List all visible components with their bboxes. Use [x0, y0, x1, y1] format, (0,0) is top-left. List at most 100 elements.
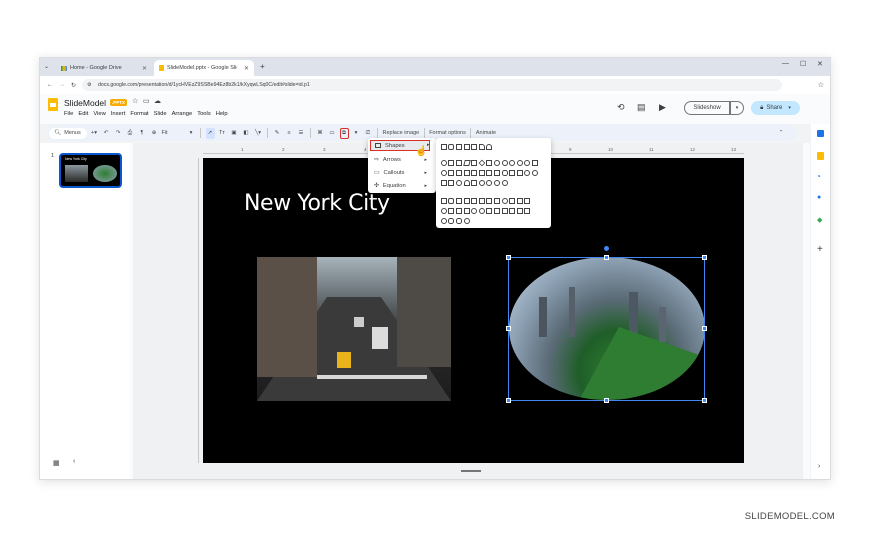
meet-icon[interactable]: ▶ [659, 102, 666, 113]
flowchart-decision-icon[interactable] [455, 198, 462, 204]
new-tab-button[interactable]: + [260, 62, 265, 71]
url-field[interactable]: ⚙ docs.google.com/presentation/d/1ycHVEz… [82, 79, 824, 91]
pen-icon[interactable]: ✎ [273, 128, 282, 139]
minimize-icon[interactable]: — [782, 60, 789, 67]
flowchart-manual-input-icon[interactable] [516, 198, 523, 204]
menu-item-callouts[interactable]: ▭ Callouts ▸ [370, 167, 430, 178]
menu-insert[interactable]: Insert [111, 111, 126, 117]
slide-title[interactable]: New York City [244, 191, 390, 216]
keep-icon[interactable] [817, 152, 824, 160]
flowchart-punched-tape-icon[interactable] [463, 208, 470, 214]
menu-item-equation[interactable]: ✣ Equation ▸ [370, 180, 430, 191]
flowchart-extract-icon[interactable] [501, 208, 508, 214]
flowchart-alternate-process-icon[interactable] [448, 198, 455, 204]
maps-icon[interactable]: ◆ [817, 216, 822, 224]
flowchart-sequential-access-icon[interactable] [440, 218, 447, 224]
flowchart-collate-icon[interactable] [486, 208, 493, 214]
trapezoid-icon[interactable] [471, 160, 478, 166]
cloud-status-icon[interactable]: ☁ [154, 97, 161, 105]
maximize-icon[interactable]: ☐ [800, 60, 806, 68]
resize-handle[interactable] [506, 255, 511, 260]
site-info-icon[interactable]: ⚙ [87, 82, 91, 88]
flowchart-magnetic-disk-icon[interactable] [448, 218, 455, 224]
shape-icon[interactable]: ◧ [242, 128, 251, 139]
corner-icon[interactable] [471, 170, 478, 176]
rotate-handle[interactable] [604, 246, 609, 251]
flowchart-summing-junction-icon[interactable] [471, 208, 478, 214]
line-icon[interactable]: ╲▾ [254, 128, 263, 139]
plus-icon[interactable] [486, 170, 493, 176]
flowchart-process-icon[interactable] [440, 198, 447, 204]
dodecagon-icon[interactable] [524, 160, 531, 166]
plaque-icon[interactable] [493, 170, 500, 176]
menu-file[interactable]: File [64, 111, 73, 117]
triangle-icon[interactable] [448, 160, 455, 166]
round-single-rectangle-icon[interactable] [478, 144, 485, 150]
flowchart-merge-icon[interactable] [509, 208, 516, 214]
street-photo[interactable] [257, 257, 451, 401]
slideshow-dropdown-icon[interactable]: ▾ [730, 101, 744, 115]
snip-same-rectangle-icon[interactable] [463, 144, 470, 150]
share-button[interactable]: 🔒︎ Share ▾ [751, 101, 800, 115]
crop-icon[interactable]: ⧉ [339, 127, 349, 139]
resize-handle[interactable] [604, 255, 609, 260]
moon-icon[interactable] [486, 180, 493, 186]
smiley-icon[interactable] [455, 180, 462, 186]
resize-handle[interactable] [702, 398, 707, 403]
zoom-chevron-icon[interactable]: ▾ [187, 128, 196, 139]
border-weight-icon[interactable]: ≡ [285, 128, 294, 139]
tab-drive[interactable]: Home - Google Drive ✕ [56, 60, 152, 76]
flowchart-multidocument-icon[interactable] [493, 198, 500, 204]
text-box-icon[interactable]: Tт [218, 128, 227, 139]
history-icon[interactable]: ⟲ [617, 102, 625, 113]
calendar-icon[interactable] [817, 130, 824, 137]
snip-diagonal-rectangle-icon[interactable] [471, 144, 478, 150]
menu-format[interactable]: Format [130, 111, 148, 117]
flowchart-sort-icon[interactable] [493, 208, 500, 214]
crop-chevron-icon[interactable]: ▾ [352, 128, 361, 139]
no-symbol-icon[interactable] [531, 170, 538, 176]
paint-format-icon[interactable]: ¶ [138, 128, 147, 139]
flowchart-delay-icon[interactable] [524, 208, 531, 214]
menu-help[interactable]: Help [216, 111, 228, 117]
star-icon[interactable]: ☆ [132, 97, 138, 105]
menu-edit[interactable]: Edit [78, 111, 88, 117]
flowchart-connector-icon[interactable] [440, 208, 447, 214]
round-same-rectangle-icon[interactable] [486, 144, 493, 150]
new-slide-icon[interactable]: +▾ [90, 128, 99, 139]
zoom-select[interactable]: Fit [162, 128, 184, 139]
diagonal-stripe-icon[interactable] [478, 170, 485, 176]
frame-icon[interactable] [455, 170, 462, 176]
flowchart-manual-operation-icon[interactable] [524, 198, 531, 204]
heptagon-icon[interactable] [501, 160, 508, 166]
collapse-toolbar-icon[interactable]: ⌃ [777, 128, 786, 139]
flowchart-direct-access-icon[interactable] [455, 218, 462, 224]
close-window-icon[interactable]: ✕ [817, 60, 823, 68]
comment-add-icon[interactable]: ▭ [328, 128, 337, 139]
close-icon[interactable]: ✕ [142, 65, 147, 72]
back-icon[interactable]: ← [47, 82, 53, 88]
diamond-icon[interactable] [478, 159, 486, 167]
menu-view[interactable]: View [93, 111, 105, 117]
slideshow-button[interactable]: Slideshow [684, 101, 730, 115]
tab-search-icon[interactable]: ⌄ [44, 63, 49, 70]
lightning-icon[interactable] [471, 180, 478, 186]
grid-view-icon[interactable]: ▦ [53, 459, 60, 467]
flowchart-card-icon[interactable] [455, 208, 462, 214]
can-icon[interactable] [501, 170, 508, 176]
expand-panel-icon[interactable]: › [818, 463, 820, 470]
flowchart-stored-data-icon[interactable] [516, 208, 523, 214]
image-icon[interactable]: ▣ [230, 128, 239, 139]
format-options-button[interactable]: Format options [429, 128, 466, 139]
octagon-icon[interactable] [509, 160, 516, 166]
menu-tools[interactable]: Tools [197, 111, 211, 117]
replace-image-button[interactable]: Replace image [383, 128, 420, 139]
sun-icon[interactable] [478, 180, 485, 186]
half-frame-icon[interactable] [463, 170, 470, 176]
flowchart-data-icon[interactable] [463, 198, 470, 204]
tab-slides[interactable]: SlideModel.pptx - Google Slides ✕ [154, 60, 254, 76]
menu-slide[interactable]: Slide [154, 111, 167, 117]
block-arc-icon[interactable] [440, 180, 447, 186]
flowchart-preparation-icon[interactable] [509, 198, 516, 204]
forward-icon[interactable]: → [59, 82, 65, 88]
